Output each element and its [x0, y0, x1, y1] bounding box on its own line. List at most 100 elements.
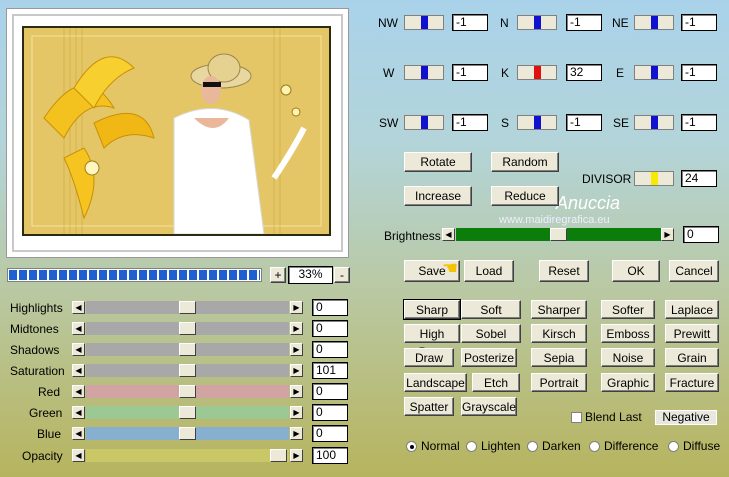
slider-right-arrow[interactable]: ▶	[290, 427, 303, 440]
shadows-slider[interactable]	[86, 343, 289, 356]
blue-field[interactable]: 0	[312, 425, 348, 442]
slider-thumb[interactable]	[179, 322, 196, 335]
n-field[interactable]: -1	[566, 14, 602, 31]
slider-right-arrow[interactable]: ▶	[290, 364, 303, 377]
mode-lighten-radio[interactable]	[466, 441, 477, 452]
opacity-field[interactable]: 100	[312, 447, 348, 464]
s-field[interactable]: -1	[566, 114, 602, 131]
slider-left-arrow[interactable]: ◀	[72, 427, 85, 440]
zoom-out-button[interactable]: -	[334, 267, 350, 283]
load-button[interactable]: Load	[464, 260, 514, 282]
preset-softer-button[interactable]: Softer	[601, 300, 655, 319]
preset-emboss-button[interactable]: Emboss	[601, 324, 655, 343]
ne-field[interactable]: -1	[681, 14, 717, 31]
slider-right-arrow[interactable]: ▶	[290, 322, 303, 335]
slider-left-arrow[interactable]: ◀	[72, 322, 85, 335]
saturation-slider[interactable]	[86, 364, 289, 377]
preset-grain-button[interactable]: Grain	[665, 348, 719, 367]
preset-soft-button[interactable]: Soft	[461, 300, 521, 319]
preset-kirsch-button[interactable]: Kirsch	[531, 324, 587, 343]
slider-right-arrow[interactable]: ▶	[290, 385, 303, 398]
preset-portrait-button[interactable]: Portrait	[531, 373, 587, 392]
slider-thumb[interactable]	[179, 427, 196, 440]
ok-button[interactable]: OK	[612, 260, 660, 282]
preset-draw-button[interactable]: Draw	[404, 348, 454, 367]
red-slider[interactable]	[86, 385, 289, 398]
ne-slider[interactable]	[634, 15, 674, 30]
cancel-button[interactable]: Cancel	[669, 260, 719, 282]
slider-left-arrow[interactable]: ◀	[72, 449, 85, 462]
nw-slider[interactable]	[404, 15, 444, 30]
mode-normal-radio[interactable]	[406, 441, 417, 452]
preset-posterize-button[interactable]: Posterize	[461, 348, 517, 367]
divisor-slider[interactable]	[634, 171, 674, 186]
slider-right-arrow[interactable]: ▶	[290, 406, 303, 419]
preset-prewitt-button[interactable]: Prewitt	[665, 324, 719, 343]
preset-landscape-button[interactable]: Landscape	[404, 373, 467, 392]
se-field[interactable]: -1	[681, 114, 717, 131]
preset-sharper-button[interactable]: Sharper	[531, 300, 587, 319]
preset-graphic-button[interactable]: Graphic	[601, 373, 655, 392]
highlights-field[interactable]: 0	[312, 299, 348, 316]
e-slider[interactable]	[634, 65, 674, 80]
midtones-field[interactable]: 0	[312, 320, 348, 337]
brightness-slider[interactable]	[456, 228, 661, 241]
midtones-slider[interactable]	[86, 322, 289, 335]
highlights-slider[interactable]	[86, 301, 289, 314]
slider-thumb[interactable]	[270, 449, 287, 462]
slider-thumb[interactable]	[179, 385, 196, 398]
mode-difference-radio[interactable]	[589, 441, 600, 452]
brightness-field[interactable]: 0	[683, 226, 719, 243]
slider-thumb[interactable]	[179, 343, 196, 356]
blend-last-checkbox[interactable]	[571, 412, 582, 423]
preset-sharp-button[interactable]: Sharp	[403, 299, 461, 320]
mode-diffuse-radio[interactable]	[668, 441, 679, 452]
blue-slider[interactable]	[86, 427, 289, 440]
sw-slider[interactable]	[404, 115, 444, 130]
shadows-field[interactable]: 0	[312, 341, 348, 358]
slider-left-arrow[interactable]: ◀	[72, 385, 85, 398]
nw-field[interactable]: -1	[452, 14, 488, 31]
slider-right-arrow[interactable]: ▶	[290, 301, 303, 314]
slider-thumb[interactable]	[179, 301, 196, 314]
slider-right-arrow[interactable]: ▶	[290, 343, 303, 356]
zoom-field[interactable]: 33%	[288, 266, 333, 284]
w-field[interactable]: -1	[452, 64, 488, 81]
increase-button[interactable]: Increase	[404, 186, 472, 206]
preset-sobel-button[interactable]: Sobel	[461, 324, 521, 343]
rotate-button[interactable]: Rotate	[404, 152, 472, 172]
red-field[interactable]: 0	[312, 383, 348, 400]
slider-thumb[interactable]	[550, 228, 567, 241]
brightness-left-arrow[interactable]: ◀	[442, 228, 455, 241]
preset-sepia-button[interactable]: Sepia	[531, 348, 587, 367]
brightness-right-arrow[interactable]: ▶	[661, 228, 674, 241]
preset-fracture-button[interactable]: Fracture	[665, 373, 719, 392]
e-field[interactable]: -1	[681, 64, 717, 81]
n-slider[interactable]	[517, 15, 557, 30]
slider-thumb[interactable]	[179, 406, 196, 419]
reduce-button[interactable]: Reduce	[491, 186, 559, 206]
random-button[interactable]: Random	[491, 152, 559, 172]
saturation-field[interactable]: 101	[312, 362, 348, 379]
slider-thumb[interactable]	[179, 364, 196, 377]
preset-laplace-button[interactable]: Laplace	[665, 300, 719, 319]
se-slider[interactable]	[634, 115, 674, 130]
mode-darken-radio[interactable]	[527, 441, 538, 452]
zoom-in-button[interactable]: +	[270, 267, 286, 283]
preset-noise-button[interactable]: Noise	[601, 348, 655, 367]
slider-left-arrow[interactable]: ◀	[72, 364, 85, 377]
green-field[interactable]: 0	[312, 404, 348, 421]
preset-spatter-button[interactable]: Spatter	[404, 397, 454, 416]
opacity-slider[interactable]	[86, 449, 289, 462]
slider-left-arrow[interactable]: ◀	[72, 301, 85, 314]
slider-right-arrow[interactable]: ▶	[290, 449, 303, 462]
preset-high-pass-button[interactable]: High Pass	[404, 324, 460, 359]
slider-left-arrow[interactable]: ◀	[72, 406, 85, 419]
sw-field[interactable]: -1	[452, 114, 488, 131]
reset-button[interactable]: Reset	[539, 260, 589, 282]
divisor-field[interactable]: 24	[681, 170, 717, 187]
w-slider[interactable]	[404, 65, 444, 80]
preset-grayscale-button[interactable]: Grayscale	[461, 397, 517, 416]
k-slider[interactable]	[517, 65, 557, 80]
slider-left-arrow[interactable]: ◀	[72, 343, 85, 356]
